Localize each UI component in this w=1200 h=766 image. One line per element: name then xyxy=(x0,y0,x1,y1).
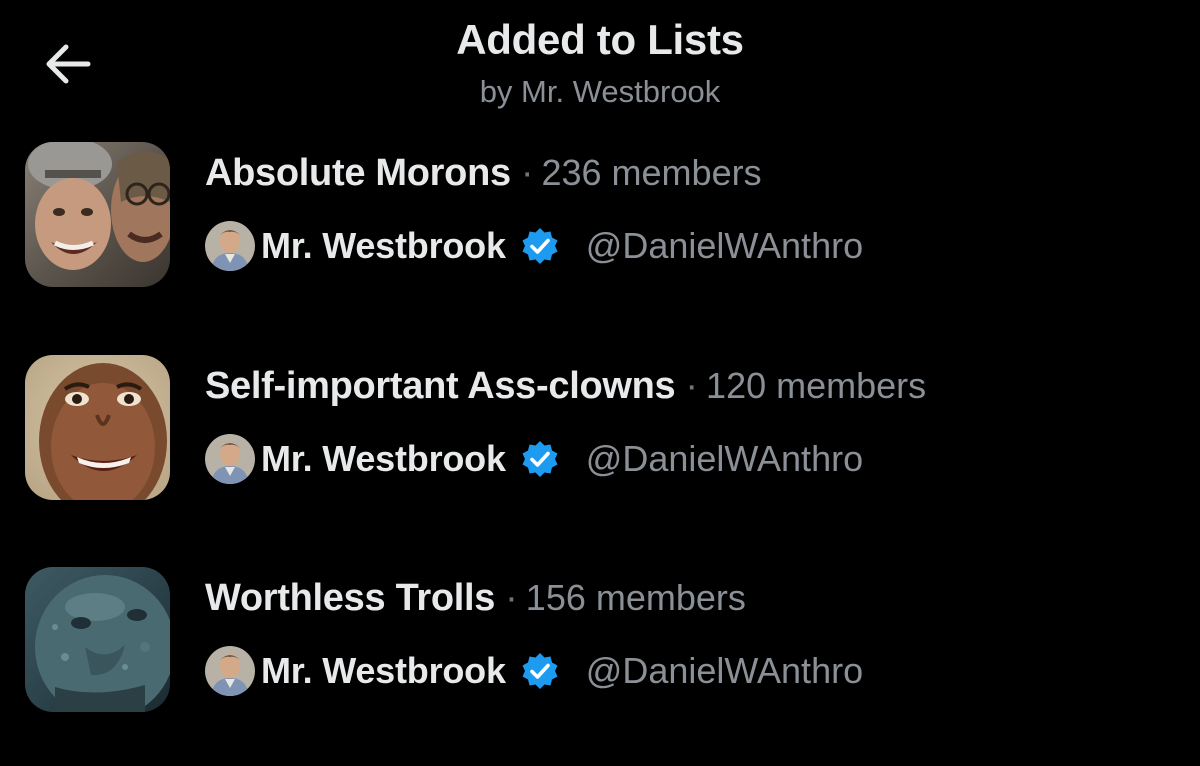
list-title-line: Worthless Trolls · 156 members xyxy=(205,573,746,623)
list-owner: Mr. Westbrook @DanielWAnthro xyxy=(205,645,863,697)
page-title: Added to Lists xyxy=(456,16,744,63)
list-owner: Mr. Westbrook @DanielWAnthro xyxy=(205,220,863,272)
avatar[interactable] xyxy=(205,646,255,696)
list-name: Self-important Ass-clowns xyxy=(205,365,676,407)
member-count: 156 members xyxy=(525,577,746,618)
list-item[interactable]: Absolute Morons · 236 members Mr. Westbroo… xyxy=(0,142,1200,312)
member-count: 120 members xyxy=(706,365,927,406)
separator-dot: · xyxy=(505,577,518,619)
list-item[interactable]: Self-important Ass-clowns · 120 members Mr… xyxy=(0,355,1200,525)
avatar[interactable] xyxy=(205,434,255,484)
list-thumbnail xyxy=(25,142,170,287)
page-subtitle: by Mr. Westbrook xyxy=(479,74,721,109)
avatar[interactable] xyxy=(205,221,255,271)
list-name: Worthless Trolls xyxy=(205,577,496,619)
top-bar: Added to Lists by Mr. Westbrook xyxy=(0,0,1200,130)
list-thumbnail xyxy=(25,355,170,500)
list-title-line: Self-important Ass-clowns · 120 members xyxy=(205,361,926,411)
list-title-line: Absolute Morons · 236 members xyxy=(205,148,762,198)
separator-dot: · xyxy=(685,365,699,407)
owner-name: Mr. Westbrook xyxy=(261,438,506,479)
owner-handle: @DanielWAnthro xyxy=(585,438,864,479)
verified-badge-icon xyxy=(522,228,558,264)
owner-name: Mr. Westbrook xyxy=(261,650,506,691)
verified-badge-icon xyxy=(522,653,558,689)
separator-dot: · xyxy=(520,152,534,194)
owner-handle: @DanielWAnthro xyxy=(585,650,864,691)
owner-name: Mr. Westbrook xyxy=(261,225,506,266)
list-owner: Mr. Westbrook @DanielWAnthro xyxy=(205,433,863,485)
verified-badge-icon xyxy=(522,441,558,477)
list-name: Absolute Morons xyxy=(205,152,511,194)
list-item[interactable]: Worthless Trolls · 156 members Mr. Westbro… xyxy=(0,567,1200,737)
member-count: 236 members xyxy=(541,152,762,193)
list-thumbnail xyxy=(25,567,170,712)
owner-handle: @DanielWAnthro xyxy=(585,225,864,266)
